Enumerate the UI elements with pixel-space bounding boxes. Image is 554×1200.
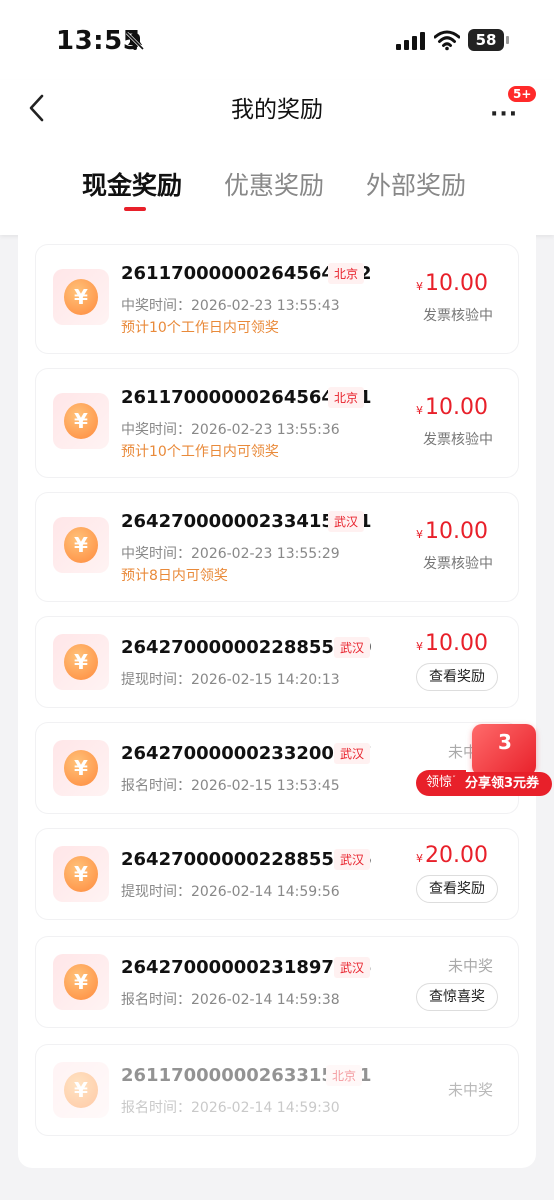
reward-amount: ¥20.00 xyxy=(416,843,488,868)
currency-symbol: ¥ xyxy=(416,852,424,865)
reward-tabs: 现金奖励 优惠奖励 外部奖励 xyxy=(0,166,554,216)
reward-amount: ¥10.00 xyxy=(416,271,488,296)
record-time: 提现时间：2026-02-14 14:59:56 xyxy=(121,884,340,900)
status-bar: 13:55 58 xyxy=(0,0,554,80)
reward-card[interactable]: ¥ 26117000000264564892 北京 中奖时间：2026-02-2… xyxy=(36,245,518,353)
reward-amount: ¥10.00 xyxy=(416,519,488,544)
claim-note: 预计10个工作日内可领奖 xyxy=(121,320,279,336)
battery-level: 58 xyxy=(468,29,504,51)
city-tag: 武汉 xyxy=(328,511,365,532)
battery-cap xyxy=(506,36,509,44)
coin-icon: ¥ xyxy=(53,954,109,1010)
coin-icon: ¥ xyxy=(53,269,109,325)
tab-external-reward[interactable]: 外部奖励 xyxy=(366,166,466,202)
coin-icon: ¥ xyxy=(53,517,109,573)
currency-symbol: ¥ xyxy=(416,528,424,541)
reward-card[interactable]: ¥ 26427000000228855550 武汉 提现时间：2026-02-1… xyxy=(36,617,518,707)
city-tag: 武汉 xyxy=(334,637,371,658)
city-tag: 武汉 xyxy=(334,849,371,870)
page-title: 我的奖励 xyxy=(231,97,323,123)
record-time: 报名时间：2026-02-14 14:59:30 xyxy=(121,1100,340,1116)
amount-value: 20.00 xyxy=(425,843,488,868)
reward-status: 未中奖 xyxy=(447,1081,493,1099)
tab-discount-reward[interactable]: 优惠奖励 xyxy=(224,166,324,202)
reward-list: ¥ 26117000000264564892 北京 中奖时间：2026-02-2… xyxy=(18,235,536,1168)
currency-symbol: ¥ xyxy=(416,280,424,293)
coin-icon: ¥ xyxy=(53,1062,109,1118)
record-time: 报名时间：2026-02-14 14:59:38 xyxy=(121,992,340,1008)
coin-icon: ¥ xyxy=(53,846,109,902)
more-dots-icon: ··· xyxy=(490,102,519,127)
coin-icon: ¥ xyxy=(53,393,109,449)
amount-value: 10.00 xyxy=(425,395,488,420)
coin-icon: ¥ xyxy=(53,740,109,796)
bell-muted-icon xyxy=(125,31,145,51)
reward-status: 发票核验中 xyxy=(423,308,493,324)
amount-value: 10.00 xyxy=(425,631,488,656)
city-tag: 北京 xyxy=(326,1065,363,1086)
active-tab-indicator xyxy=(124,207,146,211)
claim-note: 预计10个工作日内可领奖 xyxy=(121,444,279,460)
reward-status: 发票核验中 xyxy=(423,432,493,448)
record-time: 报名时间：2026-02-15 13:53:45 xyxy=(121,778,340,794)
city-tag: 北京 xyxy=(328,387,365,408)
notification-badge: 5+ xyxy=(506,84,539,104)
record-time: 中奖时间：2026-02-23 13:55:43 xyxy=(121,298,340,314)
record-time: 提现时间：2026-02-15 14:20:13 xyxy=(121,672,340,688)
city-tag: 武汉 xyxy=(334,743,371,764)
wifi-icon xyxy=(434,30,460,51)
check-surprise-button[interactable]: 查惊喜奖 xyxy=(416,983,498,1011)
city-tag: 北京 xyxy=(328,263,365,284)
amount-value: 10.00 xyxy=(425,519,488,544)
record-time: 中奖时间：2026-02-23 13:55:29 xyxy=(121,546,340,562)
record-time: 中奖时间：2026-02-23 13:55:36 xyxy=(121,422,340,438)
share-coupon-label[interactable]: 分享领3元券 xyxy=(452,772,552,796)
page-header: 我的奖励 ··· 5+ 现金奖励 优惠奖励 外部奖励 xyxy=(0,80,554,235)
currency-symbol: ¥ xyxy=(416,404,424,417)
tab-cash-reward[interactable]: 现金奖励 xyxy=(82,166,182,202)
reward-status: 未中奖 xyxy=(447,957,493,975)
currency-symbol: ¥ xyxy=(416,640,424,653)
reward-card[interactable]: ¥ 26427000000231897735 武汉 报名时间：2026-02-1… xyxy=(36,937,518,1027)
share-coupon-promo[interactable]: 3 领惊喜奖 分享领3元券 xyxy=(416,722,554,802)
claim-note: 预计8日内可领奖 xyxy=(121,568,228,584)
amount-value: 10.00 xyxy=(425,271,488,296)
reward-card[interactable]: ¥ 26427000000228855546 武汉 提现时间：2026-02-1… xyxy=(36,829,518,919)
reward-card[interactable]: ¥ 26427000000233415061 武汉 中奖时间：2026-02-2… xyxy=(36,493,518,601)
city-tag: 武汉 xyxy=(334,957,371,978)
reward-amount: ¥10.00 xyxy=(416,395,488,420)
view-reward-button[interactable]: 查看奖励 xyxy=(416,875,498,903)
reward-status: 发票核验中 xyxy=(423,556,493,572)
reward-amount: ¥10.00 xyxy=(416,631,488,656)
view-reward-button[interactable]: 查看奖励 xyxy=(416,663,498,691)
reward-card[interactable]: ¥ 26117000000264564971 北京 中奖时间：2026-02-2… xyxy=(36,369,518,477)
gift-number: 3 xyxy=(498,730,512,754)
reward-card[interactable]: ¥ 26117000000263315871 北京 报名时间：2026-02-1… xyxy=(36,1045,518,1135)
signal-icon xyxy=(396,32,425,50)
coin-icon: ¥ xyxy=(53,634,109,690)
battery-indicator: 58 xyxy=(468,29,510,51)
